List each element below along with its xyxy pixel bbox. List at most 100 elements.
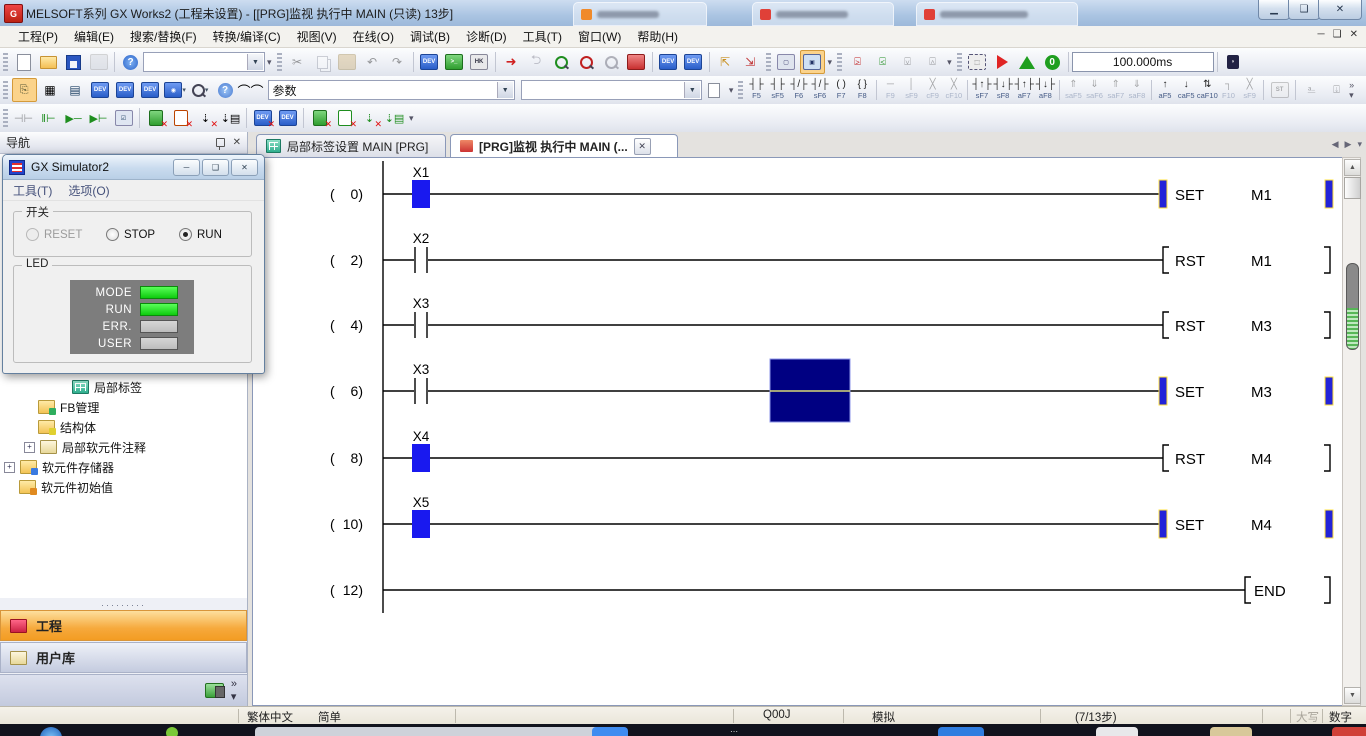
close-button[interactable]: ✕ [1318,0,1362,20]
find-device-icon[interactable]: ▾ [189,79,212,101]
radio-reset[interactable]: RESET [26,228,82,241]
tree-item-fb-manage[interactable]: FB管理 [38,398,99,416]
taskbar-search-box[interactable] [255,727,620,736]
scroll-up-icon[interactable]: ▲ [1344,159,1361,176]
device-block-icon[interactable] [625,51,648,73]
ladder-key-pulse-ne-rise-branch[interactable]: ⇑saF7 [1105,78,1126,103]
simulation-warn-icon[interactable] [1016,51,1039,73]
simulator-close-button[interactable]: ✕ [231,159,258,176]
scroll-speed-grip[interactable] [1346,263,1359,350]
tree-item-struct[interactable]: 结构体 [38,418,96,436]
navigation-toggle-icon[interactable]: ⎘ [12,78,37,102]
taskbar-app-2[interactable] [1096,727,1138,736]
menu-view[interactable]: 视图(V) [289,26,345,47]
modify-value-icon[interactable]: ◗ [1222,51,1245,73]
mdi-restore-button[interactable]: ❑ [1333,29,1342,40]
radio-run[interactable]: RUN [179,228,222,241]
run-to-cursor-icon[interactable]: ▶─ [62,107,85,129]
scan-time-field[interactable]: 100.000ms [1072,52,1214,72]
panel-splitter[interactable]: ········· [0,600,247,610]
nav-button-user-library[interactable]: 用户库 [0,642,247,673]
ladder-key-invert-rise[interactable]: ↑aF5 [1154,78,1175,103]
module-configuration-icon[interactable]: ▦ [39,79,62,101]
ladder-key-open-contact[interactable]: ┤├F5 [746,78,767,103]
contact-on[interactable] [412,180,430,208]
ladder-key-pulse-fall[interactable]: ┤↓├sF8 [993,78,1014,103]
dev-break-clear-icon[interactable]: DEV✕ [251,107,274,129]
open-project-icon[interactable] [37,51,60,73]
mdi-minimize-button[interactable]: ─ [1318,29,1325,40]
scroll-down-icon[interactable]: ▼ [1344,687,1361,704]
toolbar-overflow-icon[interactable]: ▾ [947,57,952,68]
contact-on[interactable] [412,444,430,472]
tab-list-icon[interactable]: ▾ [1357,139,1362,150]
tab-prg-monitor[interactable]: [PRG]监视 执行中 MAIN (... ✕ [450,134,678,157]
menu-debug[interactable]: 调试(B) [402,26,458,47]
toolbar-overflow-icon[interactable]: ▾ [267,57,272,68]
tree-item-device-memory[interactable]: + 软元件存储器 [4,458,114,476]
cancel-device-table-icon[interactable]: ⇣▤ [219,107,242,129]
taskbar-button[interactable] [592,727,628,736]
menu-diagnostics[interactable]: 诊断(D) [458,26,515,47]
ladder-key-write-line[interactable]: ┐F10 [1218,78,1239,103]
selection-chip-icon[interactable]: ⬚ [966,51,989,73]
window-display-selected-icon[interactable]: ▣ [800,50,825,74]
navigation-close-icon[interactable]: ✕ [233,137,241,148]
step-partial-icon[interactable]: ▶⊢ [87,107,110,129]
windows-taskbar[interactable]: ⋯ [0,724,1366,736]
menu-compile[interactable]: 转换/编译(C) [205,26,289,47]
save-project-icon[interactable] [62,51,85,73]
toolbar-overflow-icon[interactable]: ▾ [729,85,734,96]
tab-scroll-right-icon[interactable]: ▶ [1345,139,1352,150]
menu-help[interactable]: 帮助(H) [629,26,686,47]
simulator-maximize-button[interactable]: ❑ [202,159,229,176]
toolbar-grip[interactable] [957,53,962,71]
scrollbar-thumb[interactable] [1344,177,1361,199]
maximize-button[interactable]: ❑ [1288,0,1320,20]
monitor-start-icon[interactable] [550,51,573,73]
menu-project[interactable]: 工程(P) [10,26,66,47]
ladder-key-closed-branch[interactable]: ┤/├sF6 [809,78,830,103]
print-icon[interactable] [87,51,110,73]
help2-icon[interactable]: ? [214,79,237,101]
cancel-device-test-2-icon[interactable]: ✕ [169,107,192,129]
nav-button-project[interactable]: 工程 [0,610,247,641]
cancel-forced-io-icon[interactable]: ⇣✕ [194,107,217,129]
toolbar-overflow-icon[interactable]: ▾ [828,57,833,68]
ladder-key-application[interactable]: { }F8 [852,78,873,103]
menu-window[interactable]: 窗口(W) [570,26,629,47]
skip-clear-2-icon[interactable]: ⇣▤ [383,107,406,129]
edit-block-icon[interactable]: ⍗ [1325,79,1348,101]
device-display-eye-icon[interactable]: ◉▾ [164,79,187,101]
monitor-pause-icon[interactable] [600,51,623,73]
expand-icon[interactable]: + [4,462,15,473]
write-to-plc-icon[interactable]: ➜ [500,51,523,73]
ladder-key-open-branch[interactable]: ┤├sF5 [767,78,788,103]
simulation-start-icon[interactable] [991,51,1014,73]
simulator-minimize-button[interactable]: ─ [173,159,200,176]
debug-settings-icon[interactable]: ☑ [112,107,135,129]
menu-find-replace[interactable]: 搜索/替换(F) [122,26,205,47]
ladder-key-pulse-ne-rise[interactable]: ⇑saF5 [1063,78,1084,103]
cancel-device-test-1-icon[interactable]: ✕ [144,107,167,129]
ladder-key-vline[interactable]: │sF9 [901,78,922,103]
vertical-scrollbar[interactable]: ▲ ▼ [1342,157,1361,706]
ladder-key-hline[interactable]: ─F9 [880,78,901,103]
simulator-menu-options[interactable]: 选项(O) [68,182,109,199]
device-comment-icon[interactable]: DEV [89,79,112,101]
ladder-rung[interactable]: ( 8) X4 RST M4 [330,429,1330,472]
device-batch-icon[interactable]: HK [468,51,491,73]
ladder-key-coil[interactable]: ( )F7 [831,78,852,103]
toolbar-grip[interactable] [738,81,743,99]
radio-stop[interactable]: STOP [106,228,155,241]
monitor-stop-icon[interactable] [575,51,598,73]
toolbar-overflow-icon[interactable]: » ▾ [1349,80,1360,101]
simulation-info-icon[interactable]: 0 [1041,51,1064,73]
copy-icon[interactable] [311,51,334,73]
menu-online[interactable]: 在线(O) [345,26,402,47]
tree-item-device-comment[interactable]: + 局部软元件注释 [24,438,146,456]
taskbar-app-4[interactable] [1332,727,1366,736]
ladder-key-closed-contact[interactable]: ┤/├F6 [788,78,809,103]
ladder-rung[interactable]: ( 2) X2 RST M1 [330,231,1330,273]
work-window-icon[interactable]: ▤ [64,79,87,101]
